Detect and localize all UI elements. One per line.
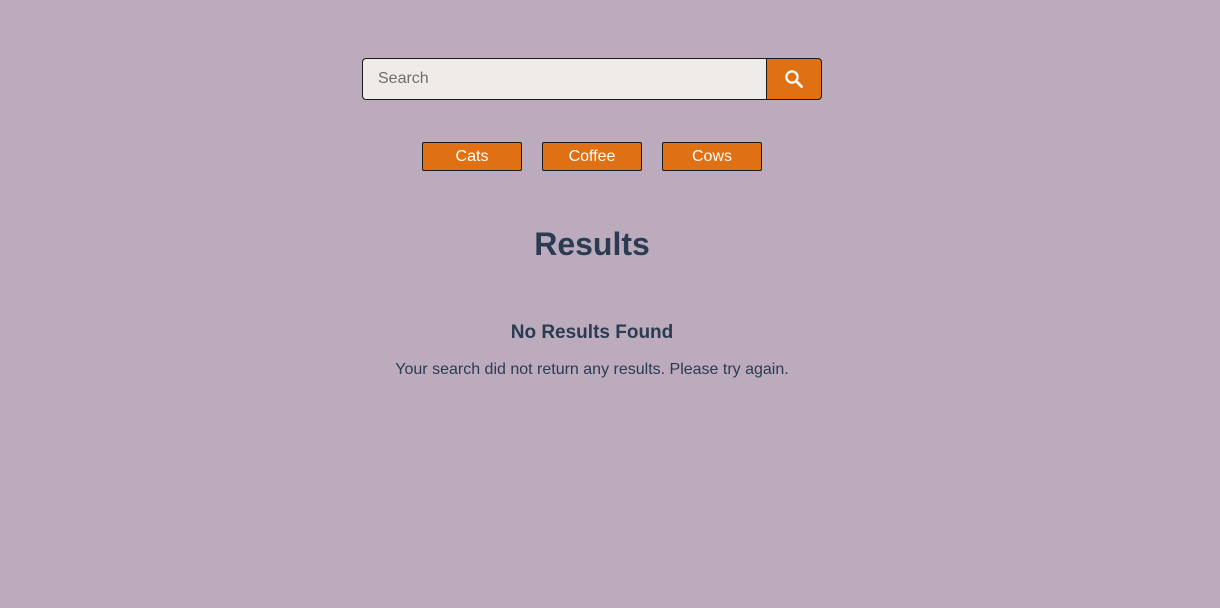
tag-button-coffee[interactable]: Coffee: [542, 142, 642, 171]
results-title: Results: [534, 226, 650, 262]
search-button[interactable]: [766, 58, 822, 100]
tag-button-cats[interactable]: Cats: [422, 142, 522, 171]
search-icon: [785, 70, 803, 88]
search-input[interactable]: [362, 58, 766, 100]
no-results-title: No Results Found: [510, 322, 674, 343]
tag-button-cows[interactable]: Cows: [662, 142, 762, 171]
tag-list: Cats Coffee Cows: [422, 142, 762, 171]
search-bar: [362, 58, 822, 100]
no-results-message: Your search did not return any results. …: [395, 361, 789, 378]
